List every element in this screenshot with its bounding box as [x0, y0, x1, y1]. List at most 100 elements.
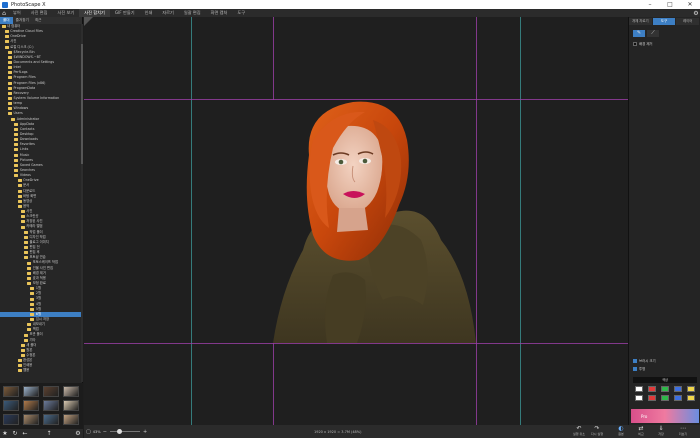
brush-tool-button[interactable]: ✎ — [633, 30, 645, 37]
color-swatch[interactable] — [674, 386, 682, 392]
settings-icon[interactable]: ⚙ — [73, 430, 83, 437]
fit-icon[interactable]: ▢ — [86, 429, 91, 435]
color-swatch[interactable] — [687, 386, 695, 392]
folder-icon — [8, 107, 12, 111]
menu-item[interactable]: GIF 만들기 — [110, 9, 140, 17]
maximize-button[interactable]: □ — [660, 0, 680, 9]
option-checkbox-2[interactable]: 투명 — [633, 366, 645, 371]
folder-icon — [4, 40, 9, 44]
photo-thumbnail[interactable] — [3, 400, 19, 411]
promo-banner[interactable]: Pro — [631, 409, 699, 423]
gear-icon[interactable]: ⚙ — [692, 10, 700, 17]
guide-line-vertical — [476, 17, 477, 425]
folder-icon — [4, 30, 9, 34]
home-icon[interactable]: ⌂ — [0, 9, 8, 17]
color-swatches — [633, 383, 697, 404]
menu-item[interactable]: 화면 캡처 — [206, 9, 233, 17]
right-tab[interactable]: 도구 — [652, 18, 676, 25]
right-tab[interactable]: 개체 자르기 — [629, 18, 652, 25]
left-tab[interactable]: 최근 — [32, 17, 45, 24]
tree-item-label: 웹용 — [23, 368, 30, 373]
option-checkbox-top[interactable]: 배경 제거 — [633, 41, 700, 46]
color-swatch[interactable] — [648, 386, 656, 392]
menu-item[interactable]: 뷰어 — [8, 9, 26, 17]
bottom-tool-button[interactable]: ↷ 다시 실행 — [590, 426, 604, 437]
guide-line-vertical — [520, 17, 521, 425]
zoom-in-icon[interactable]: + — [143, 429, 147, 435]
zoom-label: 43% — [92, 429, 101, 434]
folder-icon — [30, 307, 35, 311]
menu-item[interactable]: 일괄 편집 — [179, 9, 206, 17]
menu-item[interactable]: 자르기 — [157, 9, 179, 17]
photo-thumbnail[interactable] — [23, 400, 39, 411]
color-swatch[interactable] — [674, 395, 682, 401]
folder-icon — [14, 169, 19, 172]
bottom-tool-button[interactable]: ⇄ 비교 — [634, 426, 648, 437]
right-panel: 개체 자르기 도구 레이어 ✎ ⟋ 배경 제거 브러시 크기 투명 색상 Pro — [628, 17, 700, 425]
photo-thumbnail[interactable] — [63, 414, 79, 425]
folder-icon — [27, 266, 32, 270]
photo-thumbnail[interactable] — [63, 400, 79, 411]
folder-icon — [27, 282, 32, 286]
folder-icon — [24, 230, 28, 234]
color-swatch[interactable] — [648, 395, 656, 401]
menu-item[interactable]: 사진 합치기 — [79, 9, 110, 17]
up-icon[interactable]: ↑ — [44, 430, 54, 437]
folder-icon — [30, 318, 35, 322]
folder-icon — [14, 127, 19, 131]
folder-icon — [17, 369, 22, 373]
photo-thumbnail[interactable] — [63, 386, 79, 397]
zoom-slider[interactable] — [109, 429, 140, 434]
scrollbar-thumb[interactable] — [81, 44, 83, 164]
folder-icon — [30, 292, 35, 296]
photo-thumbnail[interactable] — [43, 414, 59, 425]
checkbox-icon[interactable] — [633, 41, 637, 46]
right-tabs: 개체 자르기 도구 레이어 — [629, 18, 700, 25]
color-swatch[interactable] — [661, 386, 669, 392]
zoom-out-icon[interactable]: − — [103, 429, 107, 435]
minimize-button[interactable]: – — [640, 0, 660, 9]
bottom-tool-button[interactable]: ↶ 실행 취소 — [572, 426, 586, 437]
right-tab[interactable]: 레이어 — [676, 18, 700, 25]
menu-item[interactable]: 도구 — [232, 9, 250, 17]
tree-item[interactable]: 웹용 — [0, 368, 81, 373]
folder-icon — [20, 348, 25, 352]
color-swatch[interactable] — [687, 395, 695, 401]
zoom-slider-handle[interactable] — [116, 429, 122, 434]
portrait-photo[interactable] — [273, 100, 476, 343]
refresh-icon[interactable]: ↻ — [10, 430, 20, 437]
bottom-tool-button[interactable]: ◐ 원본 — [614, 426, 628, 437]
tree-scrollbar[interactable] — [81, 24, 83, 382]
close-button[interactable]: ✕ — [680, 0, 700, 9]
back-icon[interactable]: ← — [20, 430, 30, 437]
photo-thumbnail[interactable] — [23, 414, 39, 425]
menu-item[interactable]: 인쇄 — [140, 9, 158, 17]
folder-tree[interactable]: 내 컴퓨터 Creative Cloud Files OneDrive 사진 로컬 디스… — [0, 24, 81, 382]
eraser-tool-button[interactable]: ⟋ — [647, 30, 659, 37]
image-canvas[interactable] — [84, 17, 628, 425]
photo-thumbnail[interactable] — [43, 400, 59, 411]
bottom-tool-button[interactable]: ⋯ 더보기 — [676, 426, 690, 437]
star-icon[interactable]: ★ — [0, 430, 10, 437]
folder-icon — [24, 338, 28, 342]
image-status: 1920 x 1920 = 3.7M (48%) — [314, 429, 362, 434]
folder-icon — [4, 35, 9, 39]
photo-thumbnail[interactable] — [3, 386, 19, 397]
menu-item[interactable]: 사진 편집 — [26, 9, 53, 17]
folder-icon — [11, 117, 16, 121]
photo-thumbnail[interactable] — [23, 386, 39, 397]
color-swatch[interactable] — [635, 386, 643, 392]
checkbox-checked-icon[interactable] — [633, 366, 637, 371]
folder-icon — [20, 354, 25, 358]
left-tab[interactable]: 폴더 — [0, 17, 13, 24]
color-swatch[interactable] — [661, 395, 669, 401]
folder-icon — [30, 312, 35, 316]
menu-item[interactable]: 사진 보기 — [52, 9, 79, 17]
photo-thumbnail[interactable] — [43, 386, 59, 397]
left-tab[interactable]: 즐겨찾기 — [13, 17, 32, 24]
checkbox-checked-icon[interactable] — [633, 358, 637, 363]
photo-thumbnail[interactable] — [3, 414, 19, 425]
color-swatch[interactable] — [635, 395, 643, 401]
option-checkbox-1[interactable]: 브러시 크기 — [633, 358, 656, 363]
bottom-tool-button[interactable]: ⇓ 저장 — [654, 426, 668, 437]
